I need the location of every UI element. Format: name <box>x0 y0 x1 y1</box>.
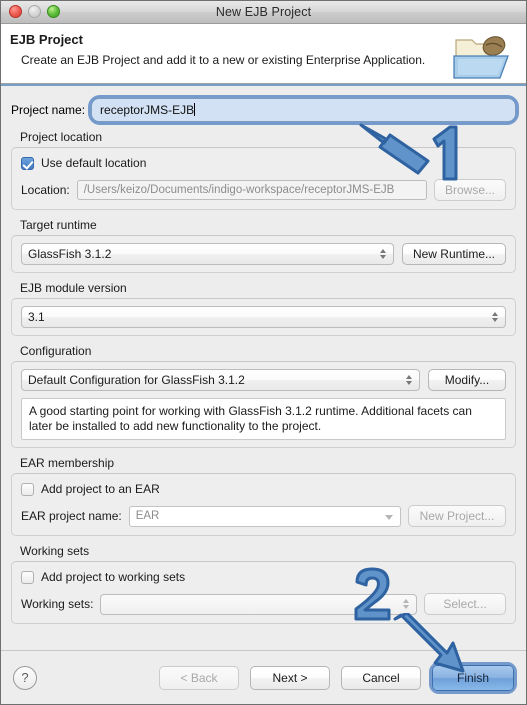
location-row: Location: /Users/keizo/Documents/indigo-… <box>21 179 506 201</box>
dialog-body: Project name: receptorJMS-EJB Project lo… <box>1 86 526 654</box>
help-label: ? <box>21 670 29 685</box>
next-button[interactable]: Next > <box>250 665 330 690</box>
new-runtime-button[interactable]: New Runtime... <box>401 243 506 265</box>
configuration-combo[interactable]: Default Configuration for GlassFish 3.1.… <box>21 369 420 391</box>
browse-button: Browse... <box>433 179 506 201</box>
project-name-value: receptorJMS-EJB <box>100 103 195 117</box>
project-name-field-wrapper: receptorJMS-EJB <box>88 95 519 125</box>
working-sets-box: Add project to working sets Working sets… <box>11 561 516 624</box>
add-to-working-sets-label: Add project to working sets <box>41 570 186 584</box>
ear-project-name-value: EAR <box>135 510 160 522</box>
new-project-button: New Project... <box>408 505 506 527</box>
ejb-module-version-value: 3.1 <box>28 310 45 324</box>
add-to-ear-label: Add project to an EAR <box>41 482 160 496</box>
target-runtime-box: GlassFish 3.1.2 New Runtime... <box>11 235 516 273</box>
select-button: Select... <box>424 593 506 615</box>
configuration-value: Default Configuration for GlassFish 3.1.… <box>28 373 245 387</box>
configuration-group: Configuration Default Configuration for … <box>11 344 516 448</box>
working-sets-combo <box>100 593 417 615</box>
page-description: Create an EJB Project and add it to a ne… <box>21 53 426 67</box>
finish-button-wrapper: Finish <box>429 661 517 694</box>
add-to-working-sets-checkbox[interactable] <box>21 570 34 584</box>
chevron-down-icon <box>385 514 393 520</box>
use-default-location-row[interactable]: Use default location <box>21 156 506 170</box>
add-to-working-sets-row[interactable]: Add project to working sets <box>21 570 506 584</box>
ejb-module-version-group: EJB module version 3.1 <box>11 281 516 336</box>
configuration-description: A good starting point for working with G… <box>21 398 506 440</box>
ear-project-name-row: EAR project name: EAR New Project... <box>21 505 506 527</box>
target-runtime-group-label: Target runtime <box>20 218 97 232</box>
configuration-row: Default Configuration for GlassFish 3.1.… <box>21 369 506 391</box>
window-titlebar: New EJB Project <box>1 1 526 24</box>
ear-membership-box: Add project to an EAR EAR project name: … <box>11 473 516 536</box>
target-runtime-value: GlassFish 3.1.2 <box>28 247 112 261</box>
ear-project-name-label: EAR project name: <box>21 509 122 523</box>
use-default-location-checkbox[interactable] <box>21 156 34 170</box>
configuration-group-label: Configuration <box>20 344 92 358</box>
configuration-box: Default Configuration for GlassFish 3.1.… <box>11 361 516 448</box>
working-sets-group: Working sets Add project to working sets… <box>11 544 516 624</box>
ear-project-name-combo: EAR <box>128 505 401 527</box>
stepper-arrows-icon <box>492 312 498 322</box>
new-ejb-project-dialog: New EJB Project EJB Project Create an EJ… <box>0 0 527 705</box>
ejb-module-version-group-label: EJB module version <box>20 281 127 295</box>
ear-membership-group: EAR membership Add project to an EAR EAR… <box>11 456 516 536</box>
location-input: /Users/keizo/Documents/indigo-workspace/… <box>76 180 427 200</box>
window-title: New EJB Project <box>215 5 312 19</box>
project-name-label: Project name: <box>11 103 86 117</box>
working-sets-row: Working sets: Select... <box>21 593 506 615</box>
add-to-ear-row[interactable]: Add project to an EAR <box>21 482 506 496</box>
stepper-arrows-icon <box>406 375 412 385</box>
traffic-light-buttons <box>9 5 60 18</box>
working-sets-group-label: Working sets <box>20 544 90 558</box>
target-runtime-row: GlassFish 3.1.2 New Runtime... <box>21 243 506 265</box>
page-title: EJB Project <box>10 32 83 47</box>
stepper-arrows-icon <box>379 249 386 259</box>
footer-buttons: < Back Next > Cancel Finish <box>159 661 517 694</box>
text-caret <box>194 103 196 116</box>
cancel-button[interactable]: Cancel <box>341 665 421 690</box>
modify-button[interactable]: Modify... <box>428 369 506 391</box>
add-to-ear-checkbox[interactable] <box>21 482 34 496</box>
ejb-module-version-row: 3.1 <box>21 306 506 328</box>
finish-button[interactable]: Finish <box>432 664 514 691</box>
ejb-module-version-combo[interactable]: 3.1 <box>21 306 506 328</box>
project-location-group-label: Project location <box>20 130 103 144</box>
ear-membership-group-label: EAR membership <box>20 456 115 470</box>
back-button: < Back <box>159 665 239 690</box>
minimize-button-icon <box>28 5 41 18</box>
project-location-box: Use default location Location: /Users/ke… <box>11 147 516 210</box>
project-location-group: Project location Use default location Lo… <box>11 130 516 210</box>
project-name-input[interactable]: receptorJMS-EJB <box>91 98 516 122</box>
wizard-banner: EJB Project Create an EJB Project and ad… <box>1 24 526 84</box>
dialog-footer: ? < Back Next > Cancel Finish <box>1 650 526 704</box>
ejb-project-folder-icon <box>453 36 509 79</box>
use-default-location-label: Use default location <box>41 156 147 170</box>
target-runtime-group: Target runtime GlassFish 3.1.2 New Runti… <box>11 218 516 273</box>
target-runtime-combo[interactable]: GlassFish 3.1.2 <box>21 243 394 265</box>
location-label: Location: <box>21 183 70 197</box>
working-sets-label: Working sets: <box>21 597 94 611</box>
help-icon[interactable]: ? <box>13 665 37 690</box>
close-button-icon[interactable] <box>9 5 22 18</box>
ejb-module-version-box: 3.1 <box>11 298 516 336</box>
project-name-row: Project name: receptorJMS-EJB <box>11 86 519 125</box>
stepper-arrows-icon <box>403 599 409 609</box>
zoom-button-icon[interactable] <box>47 5 60 18</box>
